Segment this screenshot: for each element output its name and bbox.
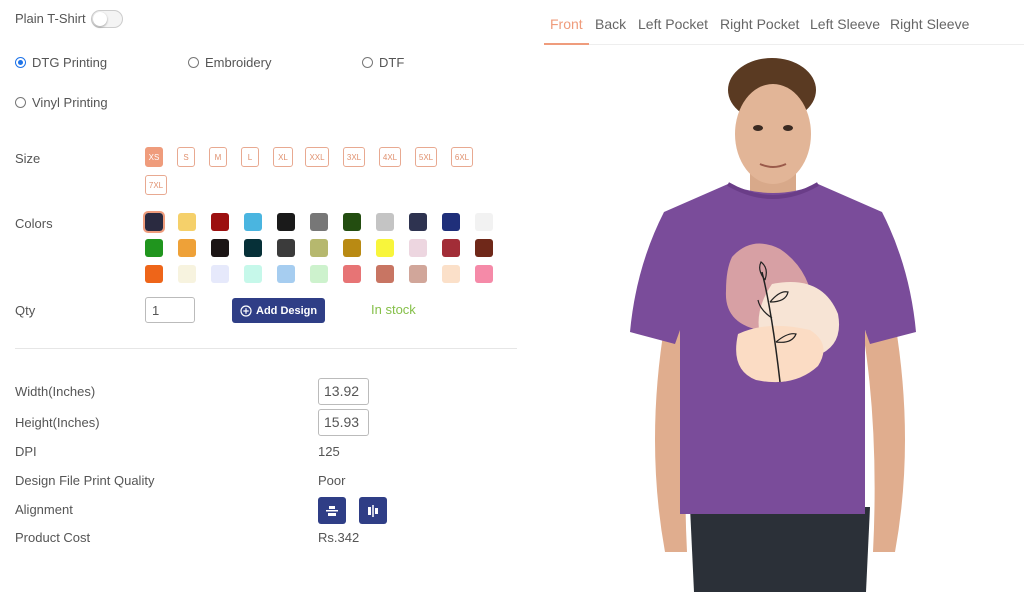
tab-left-pocket[interactable]: Left Pocket [638,16,708,32]
color-swatch[interactable] [475,213,493,231]
plain-tshirt-label: Plain T-Shirt [15,11,86,26]
print-method-vinyl[interactable]: Vinyl Printing [15,95,108,110]
size-option-6xl[interactable]: 6XL [451,147,473,167]
radio-dot [188,57,199,68]
color-swatch[interactable] [376,265,394,283]
size-option-3xl[interactable]: 3XL [343,147,365,167]
color-swatch[interactable] [310,213,328,231]
radio-label: Embroidery [205,55,272,70]
tab-right-sleeve[interactable]: Right Sleeve [890,16,969,32]
dpi-value: 125 [318,444,340,459]
print-method-dtg[interactable]: DTG Printing [15,55,107,70]
quality-value: Poor [318,473,346,488]
color-swatch[interactable] [244,265,262,283]
align-vertical-center-icon [326,505,338,516]
color-swatch[interactable] [277,265,295,283]
color-swatch[interactable] [277,239,295,257]
size-option-xs[interactable]: XS [145,147,163,167]
colors-label: Colors [15,216,53,231]
radio-label: DTF [379,55,405,70]
size-option-xxl[interactable]: XXL [305,147,329,167]
product-preview-image [630,58,916,592]
size-option-m[interactable]: M [209,147,227,167]
size-option-xl[interactable]: XL [273,147,293,167]
model-jeans [690,507,870,592]
color-swatch[interactable] [475,265,493,283]
color-swatch[interactable] [310,239,328,257]
active-tab-indicator [544,43,589,45]
plain-tshirt-toggle[interactable] [91,10,123,28]
color-swatch[interactable] [376,239,394,257]
quality-label: Design File Print Quality [15,473,155,488]
width-field[interactable]: 13.92 [318,378,369,405]
color-swatch[interactable] [409,213,427,231]
tab-baseline [544,44,1024,45]
tab-front[interactable]: Front [550,16,583,32]
color-swatch[interactable] [442,239,460,257]
tab-right-pocket[interactable]: Right Pocket [720,16,799,32]
size-option-l[interactable]: L [241,147,259,167]
color-swatch[interactable] [244,239,262,257]
size-option-4xl[interactable]: 4XL [379,147,401,167]
width-label: Width(Inches) [15,384,96,399]
size-option-5xl[interactable]: 5XL [415,147,437,167]
add-design-button[interactable]: Add Design [232,298,326,323]
align-vertical-center-button[interactable] [318,497,346,524]
color-swatch[interactable] [178,213,196,231]
color-swatch[interactable] [409,265,427,283]
qty-input[interactable] [145,297,195,323]
align-horizontal-center-icon [368,504,378,517]
toggle-knob [93,12,107,26]
color-swatch[interactable] [343,239,361,257]
color-swatch[interactable] [178,265,196,283]
color-swatch[interactable] [211,213,229,231]
radio-dot [362,57,373,68]
qty-label: Qty [15,303,36,318]
tab-left-sleeve[interactable]: Left Sleeve [810,16,880,32]
radio-label: Vinyl Printing [32,95,108,110]
color-swatch[interactable] [475,239,493,257]
align-horizontal-center-button[interactable] [359,497,387,524]
tab-back[interactable]: Back [595,16,626,32]
radio-dot [15,57,26,68]
color-swatch[interactable] [178,239,196,257]
color-swatch[interactable] [343,213,361,231]
color-swatch[interactable] [145,239,163,257]
size-option-7xl[interactable]: 7XL [145,175,167,195]
plus-circle-icon [240,304,252,317]
radio-dot [15,97,26,108]
alignment-label: Alignment [15,502,73,517]
model-face [735,84,811,184]
dpi-label: DPI [15,444,37,459]
size-label: Size [15,151,41,166]
color-swatch[interactable] [442,265,460,283]
color-swatch[interactable] [343,265,361,283]
color-swatch[interactable] [211,265,229,283]
radio-label: DTG Printing [32,55,108,70]
print-method-dtf[interactable]: DTF [362,55,404,70]
color-swatch[interactable] [277,213,295,231]
cost-label: Product Cost [15,530,91,545]
print-method-embroidery[interactable]: Embroidery [188,55,271,70]
height-label: Height(Inches) [15,415,100,430]
size-option-s[interactable]: S [177,147,195,167]
color-swatch[interactable] [310,265,328,283]
cost-value: Rs.342 [318,530,360,545]
stock-status: In stock [371,302,416,317]
color-swatch[interactable] [442,213,460,231]
height-field[interactable]: 15.93 [318,409,369,436]
color-swatch[interactable] [376,213,394,231]
divider [15,348,517,349]
color-swatch[interactable] [211,239,229,257]
color-swatch[interactable] [409,239,427,257]
color-swatch[interactable] [244,213,262,231]
add-design-label: Add Design [256,304,318,317]
color-swatch[interactable] [145,265,163,283]
color-swatch[interactable] [143,211,165,233]
